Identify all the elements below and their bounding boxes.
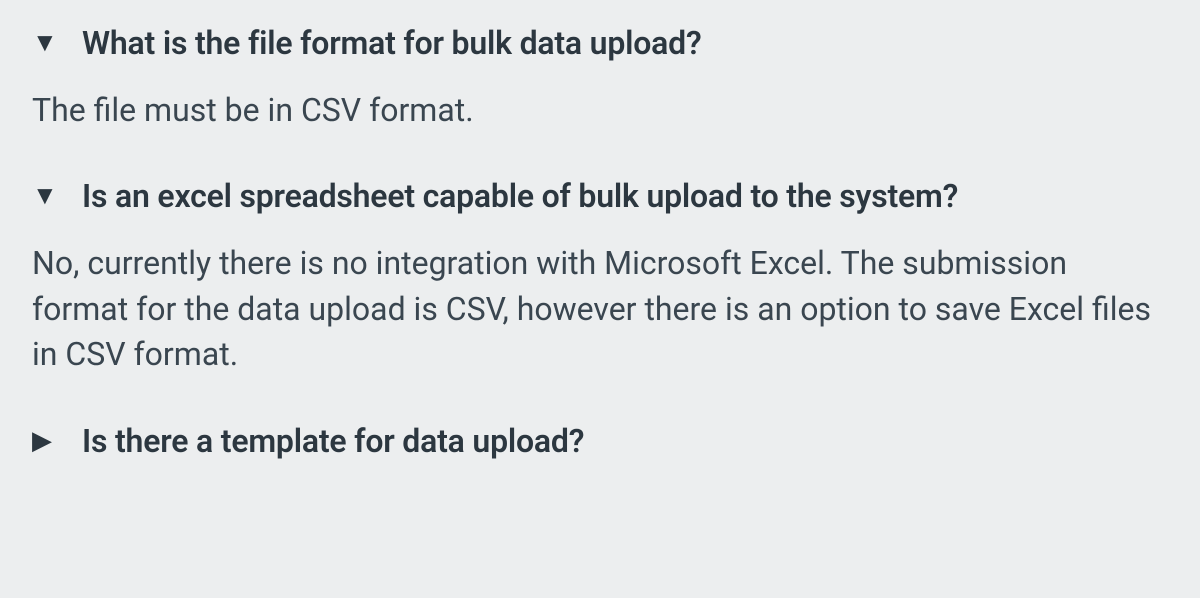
faq-item-excel-upload: Is an excel spreadsheet capable of bulk …: [30, 175, 1170, 377]
faq-question: Is there a template for data upload?: [82, 422, 584, 460]
caret-down-icon: [30, 183, 68, 209]
faq-list: What is the file format for bulk data up…: [0, 0, 1200, 462]
caret-right-icon: [30, 428, 68, 454]
faq-item-file-format: What is the file format for bulk data up…: [30, 22, 1170, 133]
faq-answer: No, currently there is no integration wi…: [32, 241, 1152, 377]
faq-toggle-file-format[interactable]: What is the file format for bulk data up…: [30, 22, 1170, 64]
caret-down-icon: [30, 30, 68, 56]
faq-toggle-excel-upload[interactable]: Is an excel spreadsheet capable of bulk …: [30, 175, 1170, 217]
faq-question: Is an excel spreadsheet capable of bulk …: [82, 177, 958, 215]
faq-answer: The file must be in CSV format.: [32, 88, 1152, 133]
faq-item-template: Is there a template for data upload?: [30, 420, 1170, 462]
faq-question: What is the file format for bulk data up…: [82, 24, 702, 62]
faq-toggle-template[interactable]: Is there a template for data upload?: [30, 420, 1170, 462]
